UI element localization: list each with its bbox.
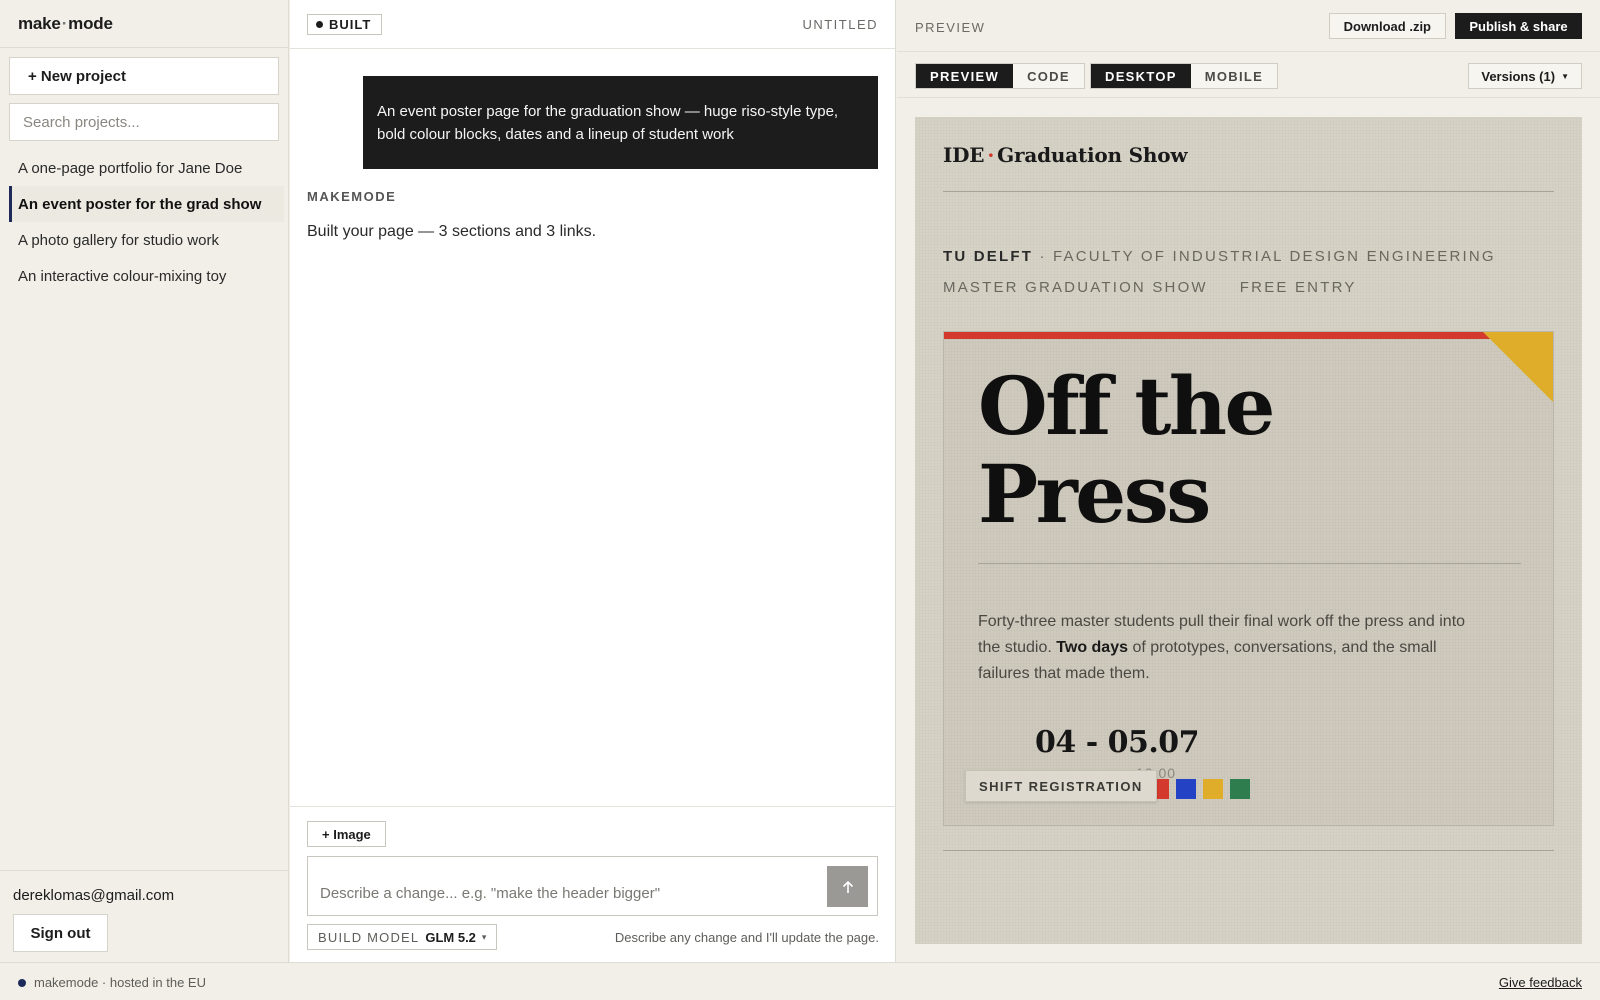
versions-dropdown[interactable]: Versions (1) ▼ xyxy=(1468,63,1582,89)
poster-masthead-dot: · xyxy=(987,143,995,167)
swatch-yellow[interactable] xyxy=(1203,779,1223,799)
poster-headline: Off the Press xyxy=(978,359,1275,541)
account-panel: dereklomas@gmail.com Sign out xyxy=(0,870,289,962)
poster-meta-line-1: TU DELFT · FACULTY OF INDUSTRIAL DESIGN … xyxy=(943,248,1496,265)
poster-yellow-corner xyxy=(1483,332,1553,402)
poster-meta-show: MASTER GRADUATION SHOW xyxy=(943,279,1208,296)
swatch-blue[interactable] xyxy=(1176,779,1196,799)
composer: + Image BUILD MODEL GLM 5.2 ▾ Describe a… xyxy=(290,806,896,962)
user-message: An event poster page for the graduation … xyxy=(363,76,878,169)
brand-name-right: mode xyxy=(68,13,113,33)
poster-divider xyxy=(943,191,1554,192)
tab-code[interactable]: CODE xyxy=(1013,64,1084,88)
poster-headline-line-2: Press xyxy=(978,447,1211,541)
poster-masthead: IDE · Graduation Show xyxy=(943,143,1188,167)
poster-headline-line-1: Off the xyxy=(978,359,1275,453)
arrow-up-icon xyxy=(842,880,853,893)
project-item-grad-show-poster[interactable]: An event poster for the grad show xyxy=(9,186,284,222)
poster-hero-card: Off the Press Forty-three master student… xyxy=(943,331,1554,826)
preview-header: PREVIEW Download .zip Publish & share xyxy=(897,0,1600,52)
poster-date: 04 - 05.07 xyxy=(1035,725,1200,760)
poster-blurb-bold: Two days xyxy=(1056,639,1128,656)
assistant-message: Built your page — 3 sections and 3 links… xyxy=(307,223,597,240)
poster-meta-faculty: · FACULTY OF INDUSTRIAL DESIGN ENGINEERI… xyxy=(1033,248,1496,265)
new-project-button[interactable]: + New project xyxy=(9,57,279,95)
poster-preview: IDE · Graduation Show TU DELFT · FACULTY O… xyxy=(915,117,1582,944)
send-button[interactable] xyxy=(827,866,868,907)
tab-mobile[interactable]: MOBILE xyxy=(1190,64,1278,88)
brand-name-left: make xyxy=(18,13,61,33)
add-image-button[interactable]: + Image xyxy=(307,821,386,847)
poster-bottom-divider xyxy=(943,850,1554,851)
poster-card-divider xyxy=(978,563,1521,564)
download-zip-button[interactable]: Download .zip xyxy=(1328,13,1446,39)
sign-out-button[interactable]: Sign out xyxy=(13,914,108,952)
poster-red-bar xyxy=(944,332,1553,339)
publish-share-button[interactable]: Publish & share xyxy=(1455,13,1582,39)
poster-masthead-right: Graduation Show xyxy=(997,143,1188,167)
preview-title: PREVIEW xyxy=(915,20,986,35)
hosting-status: makemode · hosted in the EU xyxy=(34,975,206,990)
build-model-select[interactable]: BUILD MODEL GLM 5.2 ▾ xyxy=(307,924,498,950)
status-dot-icon xyxy=(316,21,323,28)
chevron-down-icon: ▼ xyxy=(1561,71,1569,81)
tab-desktop[interactable]: DESKTOP xyxy=(1091,64,1191,88)
shift-registration-button[interactable]: SHIFT REGISTRATION xyxy=(965,770,1157,802)
build-status-label: BUILT xyxy=(329,17,372,32)
build-model-name: GLM 5.2 xyxy=(425,929,476,945)
status-bar: makemode · hosted in the EU Give feedbac… xyxy=(0,962,1600,1000)
status-dot-icon xyxy=(18,979,26,987)
chat-header: BUILT UNTITLED xyxy=(290,0,895,49)
poster-masthead-left: IDE xyxy=(943,143,985,167)
swatch-green[interactable] xyxy=(1230,779,1250,799)
build-status-badge: BUILT xyxy=(307,14,383,35)
search-projects-input[interactable] xyxy=(9,103,279,141)
chevron-down-icon: ▾ xyxy=(481,931,487,942)
preview-toolbar: PREVIEW CODE DESKTOP MOBILE Versions (1)… xyxy=(897,52,1600,98)
poster-meta-university: TU DELFT xyxy=(943,248,1034,265)
project-item-colour-toy[interactable]: An interactive colour-mixing toy xyxy=(9,258,284,294)
prompt-box xyxy=(307,856,878,916)
prompt-input[interactable] xyxy=(308,857,813,915)
preview-panel: PREVIEW Download .zip Publish & share PR… xyxy=(897,0,1600,962)
device-toggle: DESKTOP MOBILE xyxy=(1090,63,1279,89)
versions-label: Versions (1) xyxy=(1481,68,1556,84)
sidebar: make·mode + New project A one-page portf… xyxy=(0,0,289,962)
account-email: dereklomas@gmail.com xyxy=(13,887,175,904)
build-model-label: BUILD MODEL xyxy=(318,929,420,945)
document-title[interactable]: UNTITLED xyxy=(802,17,878,32)
composer-helper-text: Describe any change and I'll update the … xyxy=(614,930,879,945)
brand-separator: · xyxy=(61,13,68,33)
view-toggle: PREVIEW CODE xyxy=(915,63,1085,89)
give-feedback-link[interactable]: Give feedback xyxy=(1499,975,1582,990)
project-list: A one-page portfolio for Jane Doe An eve… xyxy=(9,150,284,294)
poster-meta-entry: FREE ENTRY xyxy=(1239,279,1357,296)
poster-colour-swatches xyxy=(1149,779,1250,799)
poster-meta-line-2: MASTER GRADUATION SHOW FREE ENTRY xyxy=(943,279,1357,296)
project-item-photo-gallery[interactable]: A photo gallery for studio work xyxy=(9,222,284,258)
assistant-name: MAKEMODE xyxy=(307,189,397,204)
project-item-portfolio[interactable]: A one-page portfolio for Jane Doe xyxy=(9,150,284,186)
chat-panel: BUILT UNTITLED An event poster page for … xyxy=(290,0,896,962)
brand-logo[interactable]: make · mode xyxy=(0,0,288,48)
poster-blurb: Forty-three master students pull their f… xyxy=(978,609,1478,687)
tab-preview[interactable]: PREVIEW xyxy=(916,64,1014,88)
